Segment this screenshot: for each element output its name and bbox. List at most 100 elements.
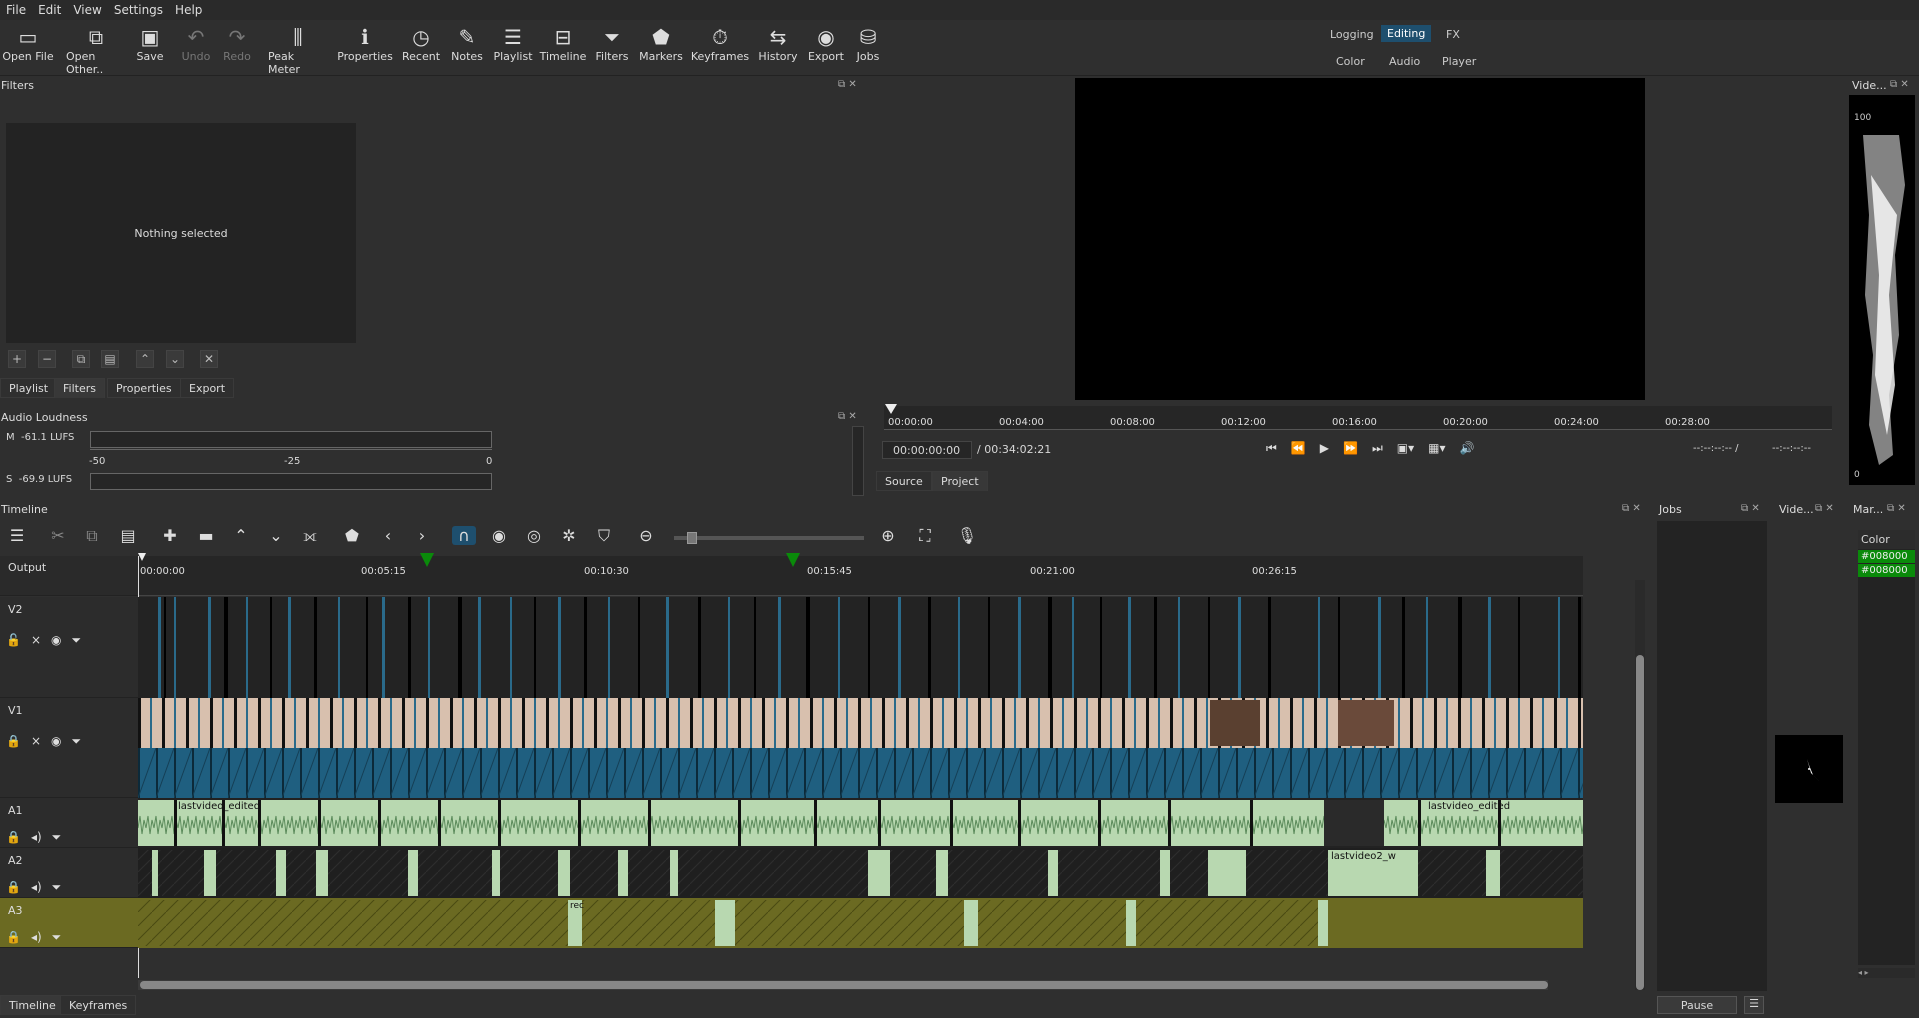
- ripple-all-icon[interactable]: ✲: [557, 526, 581, 545]
- copy-filter-icon[interactable]: ⧉: [72, 350, 90, 368]
- zoom-in-icon[interactable]: ⊕: [876, 526, 900, 545]
- append-icon[interactable]: ✚: [158, 526, 182, 545]
- timeline-playhead[interactable]: [138, 553, 146, 561]
- eye-icon[interactable]: ◉: [51, 633, 61, 648]
- vectorscope-dock-buttons[interactable]: ⧉ ✕: [1815, 503, 1834, 514]
- lock-icon[interactable]: 🔒: [6, 734, 21, 749]
- track-header-v2[interactable]: V2 🔓 × ◉ ⏷: [0, 597, 138, 698]
- lock-icon[interactable]: 🔓: [6, 633, 21, 648]
- workspace-audio[interactable]: Audio: [1383, 53, 1426, 70]
- timeline-horizontal-scrollbar[interactable]: [138, 980, 1548, 990]
- workspace-logging[interactable]: Logging: [1324, 26, 1380, 43]
- track-v2[interactable]: [138, 597, 1583, 698]
- play-icon[interactable]: ▶: [1320, 441, 1329, 456]
- jobs-button[interactable]: ⛁ Jobs: [838, 24, 898, 63]
- mute-icon[interactable]: ×: [31, 734, 41, 749]
- menu-view[interactable]: View: [73, 3, 101, 17]
- remove-filter-icon[interactable]: −: [38, 350, 56, 368]
- next-marker-icon[interactable]: ›: [410, 526, 434, 545]
- workspace-player[interactable]: Player: [1436, 53, 1482, 70]
- workspace-editing[interactable]: Editing: [1381, 25, 1432, 42]
- scrollbar-thumb[interactable]: [140, 981, 1548, 989]
- markers-button[interactable]: ⬟ Markers: [631, 24, 691, 63]
- snap-icon[interactable]: ∩: [452, 526, 476, 545]
- speaker-icon[interactable]: ◂): [31, 880, 42, 895]
- markers-dock-buttons[interactable]: ⧉ ✕: [1887, 503, 1906, 514]
- menu-edit[interactable]: Edit: [38, 3, 61, 17]
- track-a3[interactable]: rec: [138, 898, 1583, 948]
- menu-settings[interactable]: Settings: [114, 3, 163, 17]
- tab-export[interactable]: Export: [180, 378, 235, 398]
- peak-meter-button[interactable]: ⫼ Peak Meter: [268, 24, 328, 76]
- video-viewer[interactable]: [1075, 78, 1645, 400]
- timecode-input[interactable]: 00:00:00:00: [882, 441, 972, 459]
- split-icon[interactable]: ⟗: [298, 526, 322, 546]
- timeline-ruler[interactable]: [138, 556, 1583, 596]
- speaker-icon[interactable]: ◂): [31, 830, 42, 845]
- player-playhead[interactable]: [885, 404, 897, 414]
- filter-icon[interactable]: ⏷: [52, 930, 62, 945]
- add-filter-icon[interactable]: +: [8, 350, 26, 368]
- tab-project[interactable]: Project: [932, 471, 988, 491]
- zoom-out-icon[interactable]: ⊖: [634, 526, 658, 545]
- scrollbar-thumb[interactable]: [1636, 655, 1644, 990]
- tab-keyframes[interactable]: Keyframes: [60, 995, 137, 1015]
- ripple-markers-icon[interactable]: ⛉: [592, 526, 616, 546]
- markers-horizontal-scrollbar[interactable]: ◂ ▸: [1858, 968, 1915, 978]
- lock-icon[interactable]: 🔒: [6, 830, 21, 845]
- menu-file[interactable]: File: [6, 3, 26, 17]
- filter-icon[interactable]: ⏷: [52, 880, 62, 895]
- zoom-slider-handle[interactable]: [687, 532, 697, 544]
- overwrite-icon[interactable]: ⌄: [264, 526, 288, 545]
- jobs-dock-buttons[interactable]: ⧉ ✕: [1741, 503, 1760, 514]
- record-audio-icon[interactable]: 🎙: [955, 526, 979, 545]
- skip-next-icon[interactable]: ⏭: [1372, 441, 1383, 456]
- move-down-icon[interactable]: ⌄: [166, 350, 184, 368]
- scope-dock-buttons[interactable]: ⧉ ✕: [1890, 79, 1909, 90]
- filter-icon[interactable]: ⏷: [72, 734, 82, 749]
- pause-button[interactable]: Pause: [1657, 996, 1737, 1014]
- paste-filter-icon[interactable]: ▤: [101, 350, 119, 368]
- tab-source[interactable]: Source: [876, 471, 932, 491]
- track-a2[interactable]: lastvideo2_w: [138, 848, 1583, 898]
- previous-marker-icon[interactable]: ‹: [376, 526, 400, 545]
- paste-icon[interactable]: ▤: [116, 526, 140, 545]
- timeline-marker[interactable]: [786, 553, 800, 567]
- open-other-button[interactable]: ⧉ Open Other..: [66, 24, 126, 76]
- open-file-button[interactable]: ▭ Open File: [0, 24, 58, 63]
- timeline-vertical-scrollbar[interactable]: [1635, 580, 1645, 990]
- marker-row[interactable]: #008000: [1858, 550, 1915, 563]
- scrub-icon[interactable]: ◉: [487, 526, 511, 545]
- jobs-menu-icon[interactable]: ☰: [1744, 996, 1764, 1014]
- filter-icon[interactable]: ⏷: [52, 830, 62, 845]
- volume-icon[interactable]: 🔊: [1460, 441, 1475, 456]
- track-header-a2[interactable]: A2 🔒 ◂) ⏷: [0, 848, 138, 898]
- ripple-icon[interactable]: ◎: [522, 526, 546, 545]
- grid-icon[interactable]: ▦▾: [1428, 441, 1445, 456]
- skip-previous-icon[interactable]: ⏮: [1266, 441, 1277, 456]
- lift-icon[interactable]: ⌃: [229, 526, 253, 545]
- menu-help[interactable]: Help: [175, 3, 202, 17]
- eye-icon[interactable]: ◉: [51, 734, 61, 749]
- fast-forward-icon[interactable]: ⏩: [1343, 441, 1358, 456]
- tab-playlist[interactable]: Playlist: [0, 378, 58, 398]
- deselect-icon[interactable]: ✕: [200, 350, 218, 368]
- track-header-a3[interactable]: A3 🔒 ◂) ⏷: [0, 898, 138, 948]
- redo-button[interactable]: ↷ Redo: [207, 24, 267, 63]
- zoom-fit-icon[interactable]: ⛶: [913, 526, 937, 546]
- add-marker-icon[interactable]: ⬟: [340, 526, 364, 545]
- tab-properties[interactable]: Properties: [107, 378, 181, 398]
- workspace-fx[interactable]: FX: [1440, 26, 1466, 43]
- workspace-color[interactable]: Color: [1330, 53, 1371, 70]
- timeline-dock-buttons[interactable]: ⧉ ✕: [1622, 503, 1641, 514]
- zoom-icon[interactable]: ▣▾: [1397, 441, 1414, 456]
- filters-dock-buttons[interactable]: ⧉ ✕: [838, 79, 857, 90]
- zoom-slider[interactable]: [674, 532, 864, 544]
- marker-row[interactable]: #008000: [1858, 564, 1915, 577]
- tab-timeline[interactable]: Timeline: [0, 995, 65, 1015]
- copy-icon[interactable]: ⧉: [80, 526, 104, 546]
- timeline-menu-icon[interactable]: ☰: [5, 526, 29, 545]
- tab-filters[interactable]: Filters: [54, 378, 105, 398]
- properties-button[interactable]: ℹ Properties: [335, 24, 395, 63]
- loudness-scrollbar[interactable]: [852, 426, 864, 496]
